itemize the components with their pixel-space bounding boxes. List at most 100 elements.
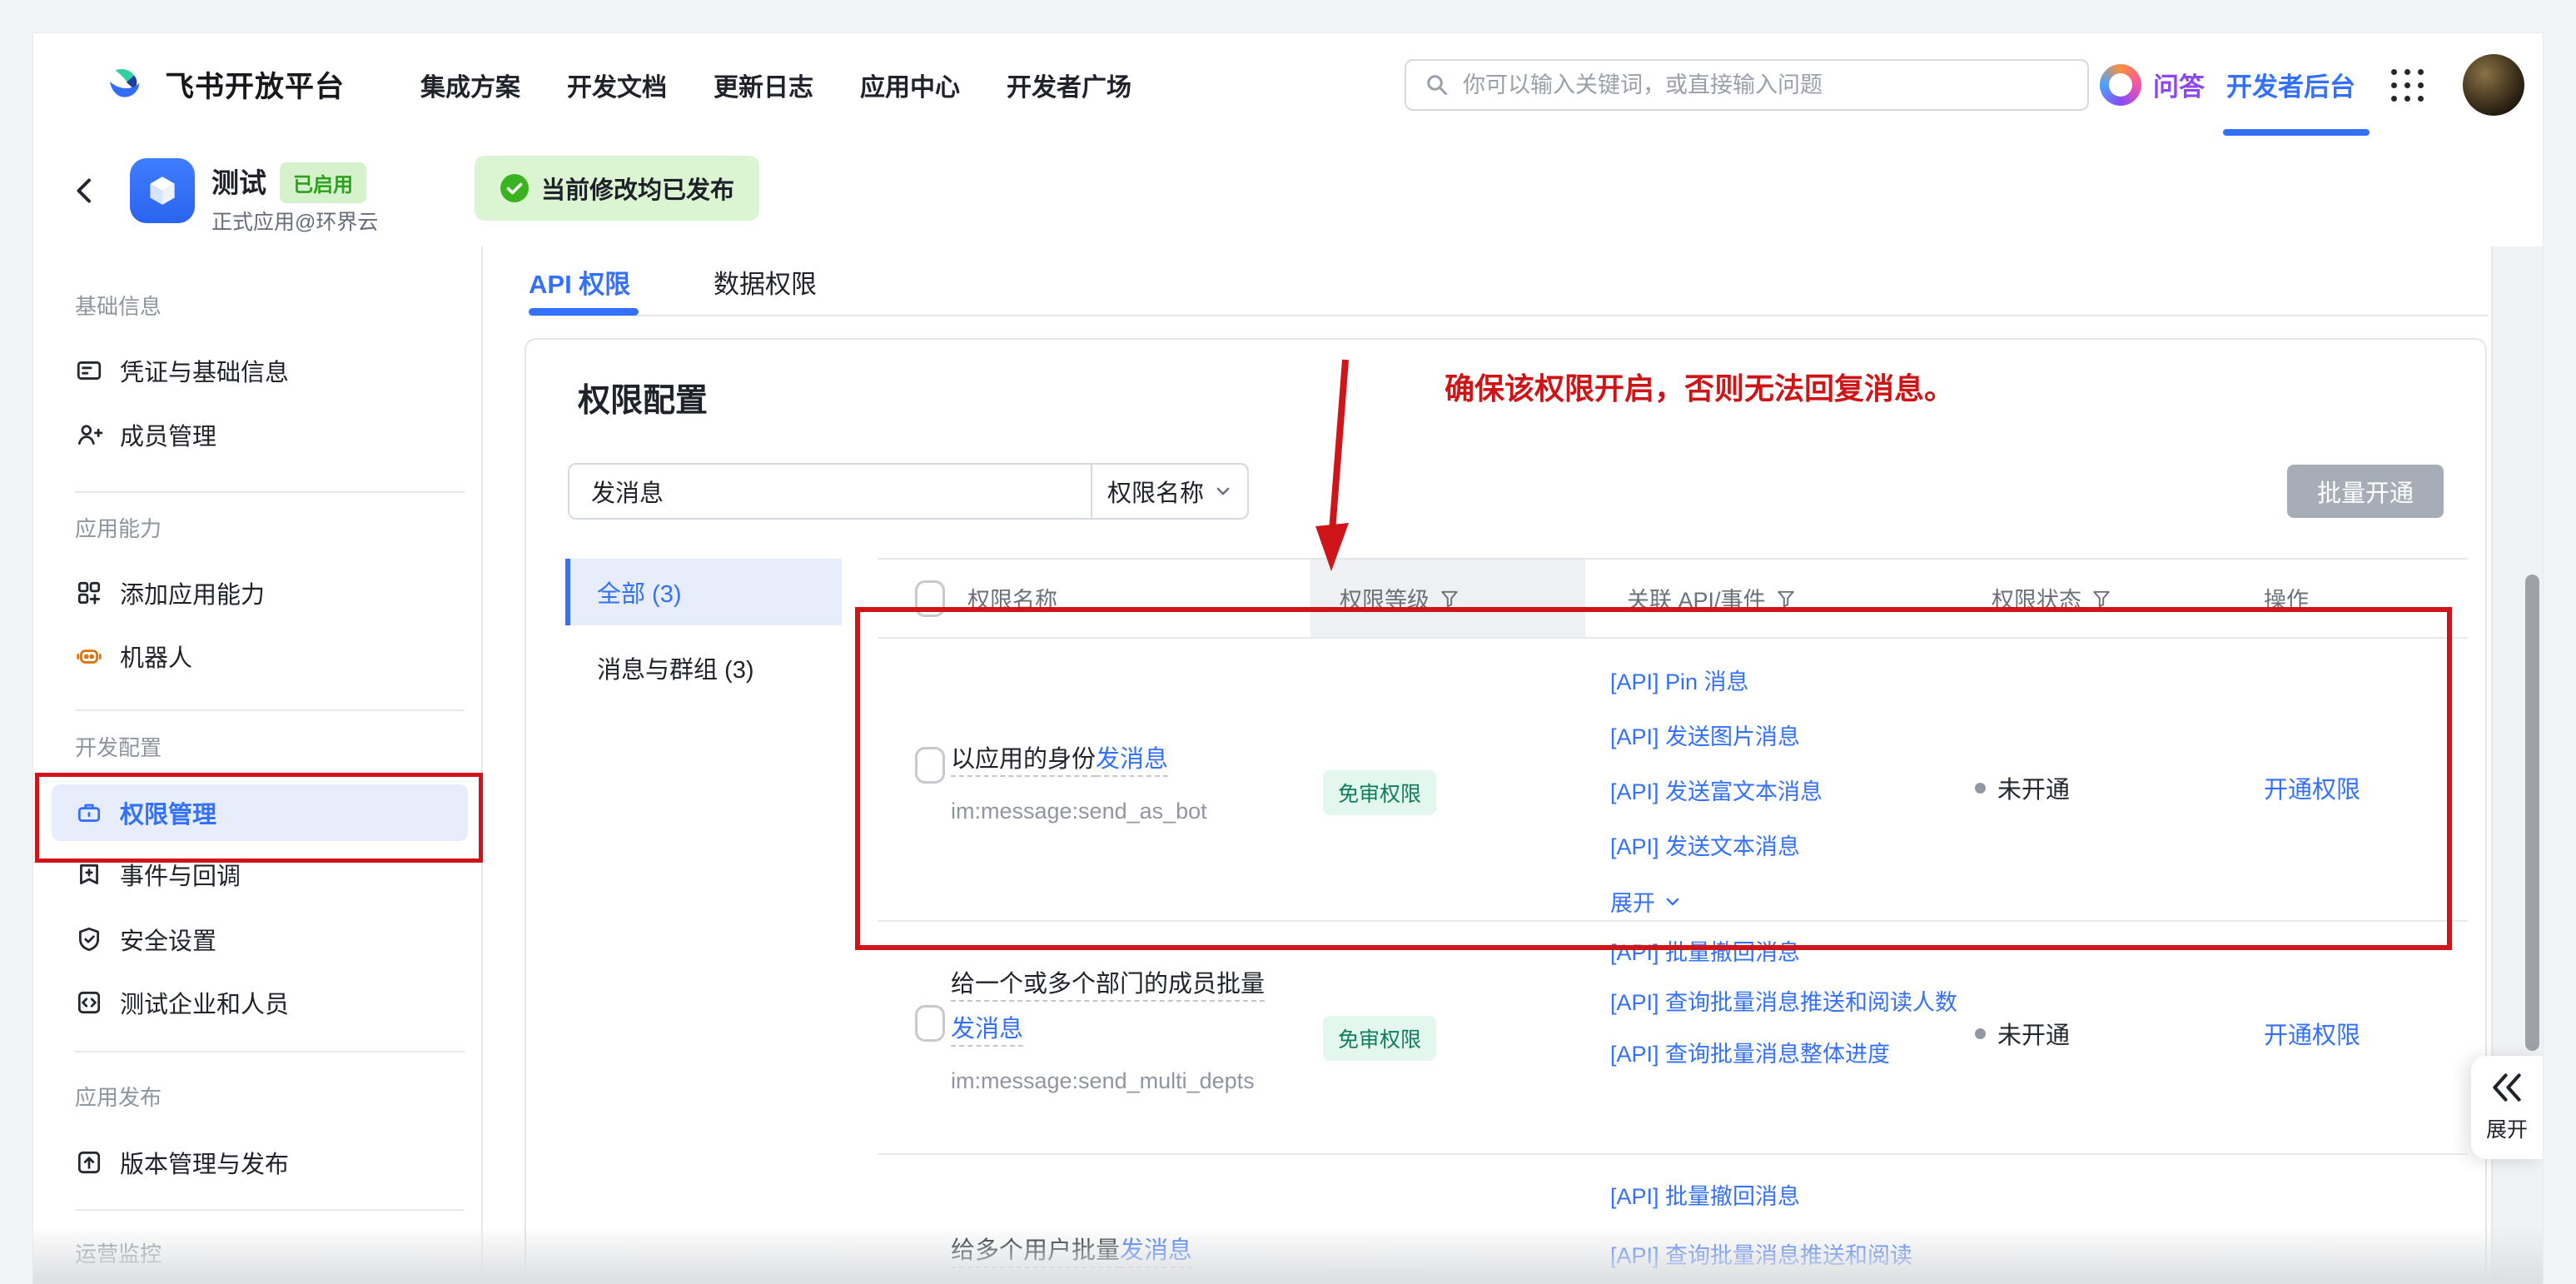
search-input[interactable] <box>1461 72 2087 99</box>
qa-ring-icon[interactable] <box>2100 64 2141 106</box>
filter-label: 消息与群组 (3) <box>597 650 754 685</box>
annotation-arrow-icon <box>1309 350 1375 583</box>
status-dot-icon <box>1975 1028 1986 1039</box>
developer-console-link[interactable]: 开发者后台 <box>2226 33 2355 136</box>
permission-search-group: 权限名称 <box>568 463 1249 520</box>
tab-data-permissions[interactable]: 数据权限 <box>714 246 817 316</box>
permission-tabbar: API 权限 数据权限 <box>483 246 2543 316</box>
sidebar-item-label: 添加应用能力 <box>120 575 265 610</box>
table-row: 给一个或多个部门的成员批量发消息 im:message:send_multi_d… <box>878 922 2468 1155</box>
api-link[interactable]: [API] 查询批量消息整体进度 <box>1610 1036 1977 1068</box>
filter-message-group[interactable]: 消息与群组 (3) <box>565 635 842 701</box>
add-capability-icon <box>75 579 103 607</box>
sidebar-item-credentials[interactable]: 凭证与基础信息 <box>52 342 468 399</box>
sidebar-section-capability: 应用能力 <box>75 512 162 543</box>
member-add-icon <box>75 421 103 449</box>
logo-text: 飞书开放平台 <box>165 63 345 106</box>
nav-item-solutions[interactable]: 集成方案 <box>420 67 520 103</box>
sidebar-item-label: 机器人 <box>120 639 192 674</box>
expand-panel-button[interactable]: 展开 <box>2471 1056 2543 1159</box>
nav-item-dev-plaza[interactable]: 开发者广场 <box>1007 67 1131 103</box>
sidebar-item-add-capability[interactable]: 添加应用能力 <box>52 565 468 621</box>
publish-status-text: 当前修改均已发布 <box>541 171 734 206</box>
global-search[interactable] <box>1405 59 2089 111</box>
sidebar-item-test-enterprise[interactable]: 测试企业和人员 <box>52 974 468 1031</box>
double-chevron-left-icon <box>2489 1072 2525 1103</box>
search-field-select[interactable]: 权限名称 <box>1091 465 1247 518</box>
sidebar-item-label: 测试企业和人员 <box>120 985 289 1020</box>
event-callback-icon <box>75 860 103 888</box>
sidebar: 基础信息 凭证与基础信息 成员管理 应用能力 <box>33 246 483 1284</box>
expand-panel-label: 展开 <box>2486 1113 2528 1143</box>
sidebar-divider <box>75 709 465 711</box>
row-checkbox[interactable] <box>915 1005 945 1042</box>
check-circle-icon <box>500 173 530 203</box>
security-shield-icon <box>75 925 103 953</box>
api-link[interactable]: [API] 查询批量消息推送和阅读人数 <box>1610 983 1977 1023</box>
filter-label: 全部 (3) <box>597 575 682 610</box>
filter-all[interactable]: 全部 (3) <box>565 559 842 625</box>
active-tab-indicator <box>529 308 639 316</box>
app-cube-icon <box>130 158 195 223</box>
nav-item-docs[interactable]: 开发文档 <box>567 67 667 103</box>
credential-card-icon <box>75 356 103 385</box>
permission-scope: im:message:send_multi_depts <box>951 1068 1255 1094</box>
permission-status: 未开通 <box>1975 1016 2070 1051</box>
table-row: 给多个用户批量发消息 [API] 批量撤回消息 [API] 查询批量消息推送和阅… <box>878 1155 2468 1284</box>
api-link[interactable]: [API] 批量撤回消息 <box>1610 1178 1912 1211</box>
robot-icon <box>75 642 103 670</box>
level-badge <box>1323 1272 1429 1284</box>
sidebar-section-basic: 基础信息 <box>75 290 162 321</box>
sidebar-item-security[interactable]: 安全设置 <box>52 911 468 968</box>
app-header: 测试 已启用 正式应用@环界云 当前修改均已发布 <box>33 136 2543 248</box>
sidebar-item-label: 安全设置 <box>120 922 216 957</box>
filter-bar <box>565 635 570 701</box>
filter-funnel-icon <box>1440 589 1460 609</box>
screen: 飞书开放平台 集成方案 开发文档 更新日志 应用中心 开发者广场 问答 开发者后… <box>0 0 2576 1284</box>
sidebar-section-release: 应用发布 <box>75 1081 162 1112</box>
level-badge: 免审权限 <box>1323 1016 1436 1061</box>
search-field-label: 权限名称 <box>1107 474 1204 509</box>
permission-name-link[interactable]: 给多个用户批量发消息 <box>951 1237 1192 1264</box>
bulk-enable-button[interactable]: 批量开通 <box>2287 465 2444 518</box>
filter-funnel-icon <box>1776 589 1796 609</box>
top-nav: 飞书开放平台 集成方案 开发文档 更新日志 应用中心 开发者广场 问答 开发者后… <box>33 33 2543 137</box>
sidebar-item-version-release[interactable]: 版本管理与发布 <box>52 1134 468 1191</box>
annotation-box-sidebar <box>35 773 483 863</box>
chevron-down-icon <box>1214 482 1232 500</box>
permission-name-link[interactable]: 给一个或多个部门的成员批量发消息 <box>951 971 1265 1043</box>
search-icon <box>1425 72 1450 97</box>
feishu-bird-icon <box>107 62 152 107</box>
qa-link[interactable]: 问答 <box>2153 33 2205 136</box>
sidebar-divider <box>75 1209 465 1211</box>
user-avatar[interactable] <box>2463 54 2524 116</box>
release-arrow-icon <box>75 1148 103 1177</box>
tab-api-permissions[interactable]: API 权限 <box>529 246 630 316</box>
scrollbar-thumb[interactable] <box>2525 575 2539 1051</box>
sidebar-section-dev-config: 开发配置 <box>75 731 162 762</box>
sidebar-item-bot[interactable]: 机器人 <box>52 628 468 684</box>
active-filter-bar <box>565 559 570 625</box>
annotation-box-row <box>855 607 2452 950</box>
apps-grid-icon[interactable] <box>2391 69 2424 102</box>
enable-permission-link[interactable]: 开通权限 <box>2264 1023 2360 1049</box>
publish-status-pill: 当前修改均已发布 <box>475 156 759 221</box>
nav-menu: 集成方案 开发文档 更新日志 应用中心 开发者广场 <box>420 33 1131 136</box>
active-nav-underline <box>2223 129 2370 136</box>
sidebar-divider <box>75 491 465 493</box>
permission-search-input[interactable] <box>569 477 1091 506</box>
sidebar-item-members[interactable]: 成员管理 <box>52 406 468 463</box>
nav-item-changelog[interactable]: 更新日志 <box>714 67 813 103</box>
annotation-text: 确保该权限开启，否则无法回复消息。 <box>1445 365 1954 408</box>
sidebar-divider <box>75 1051 465 1053</box>
api-link[interactable]: [API] 查询批量消息推送和阅读 <box>1610 1237 1912 1270</box>
back-button[interactable] <box>68 169 102 212</box>
app-name: 测试 <box>211 161 266 201</box>
sidebar-item-label: 成员管理 <box>120 417 216 452</box>
card-title: 权限配置 <box>578 375 708 421</box>
app-type-label: 正式应用@环界云 <box>211 206 378 236</box>
tabbar-divider <box>529 315 2488 316</box>
feishu-logo[interactable]: 飞书开放平台 <box>107 33 345 136</box>
nav-item-app-center[interactable]: 应用中心 <box>860 67 960 103</box>
sidebar-item-label: 版本管理与发布 <box>120 1145 289 1180</box>
